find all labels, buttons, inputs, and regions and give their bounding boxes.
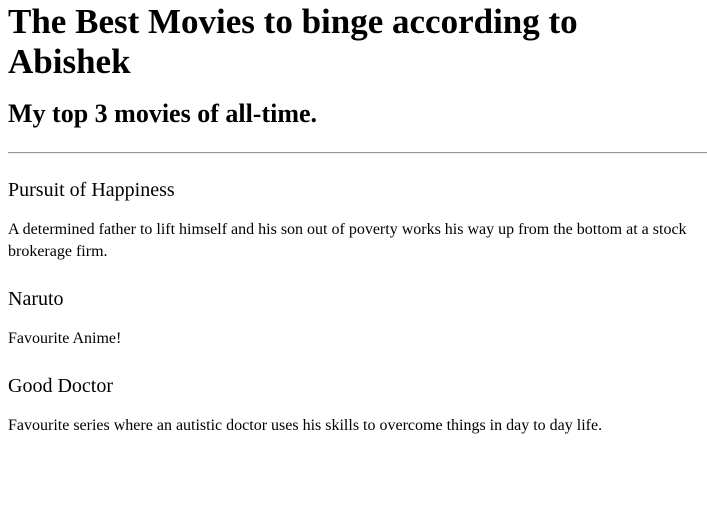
movie-title: Pursuit of Happiness: [8, 179, 175, 201]
movie-item: Naruto Favourite Anime!: [8, 287, 707, 350]
section-divider: [8, 152, 707, 154]
movie-item: Good Doctor Favourite series where an au…: [8, 374, 707, 437]
movie-item: Pursuit of Happiness A determined father…: [8, 178, 707, 263]
movie-list: Pursuit of Happiness A determined father…: [8, 178, 707, 437]
movie-title: Naruto: [8, 288, 64, 310]
page-title: The Best Movies to binge according to Ab…: [8, 2, 578, 81]
movie-description: Favourite series where an autistic docto…: [8, 417, 603, 434]
movie-title: Good Doctor: [8, 375, 113, 397]
movie-description: Favourite Anime!: [8, 330, 122, 347]
movie-description: A determined father to lift himself and …: [8, 221, 687, 260]
page-subtitle: My top 3 movies of all-time.: [8, 99, 318, 128]
page-content: The Best Movies to binge according to Ab…: [0, 2, 707, 437]
